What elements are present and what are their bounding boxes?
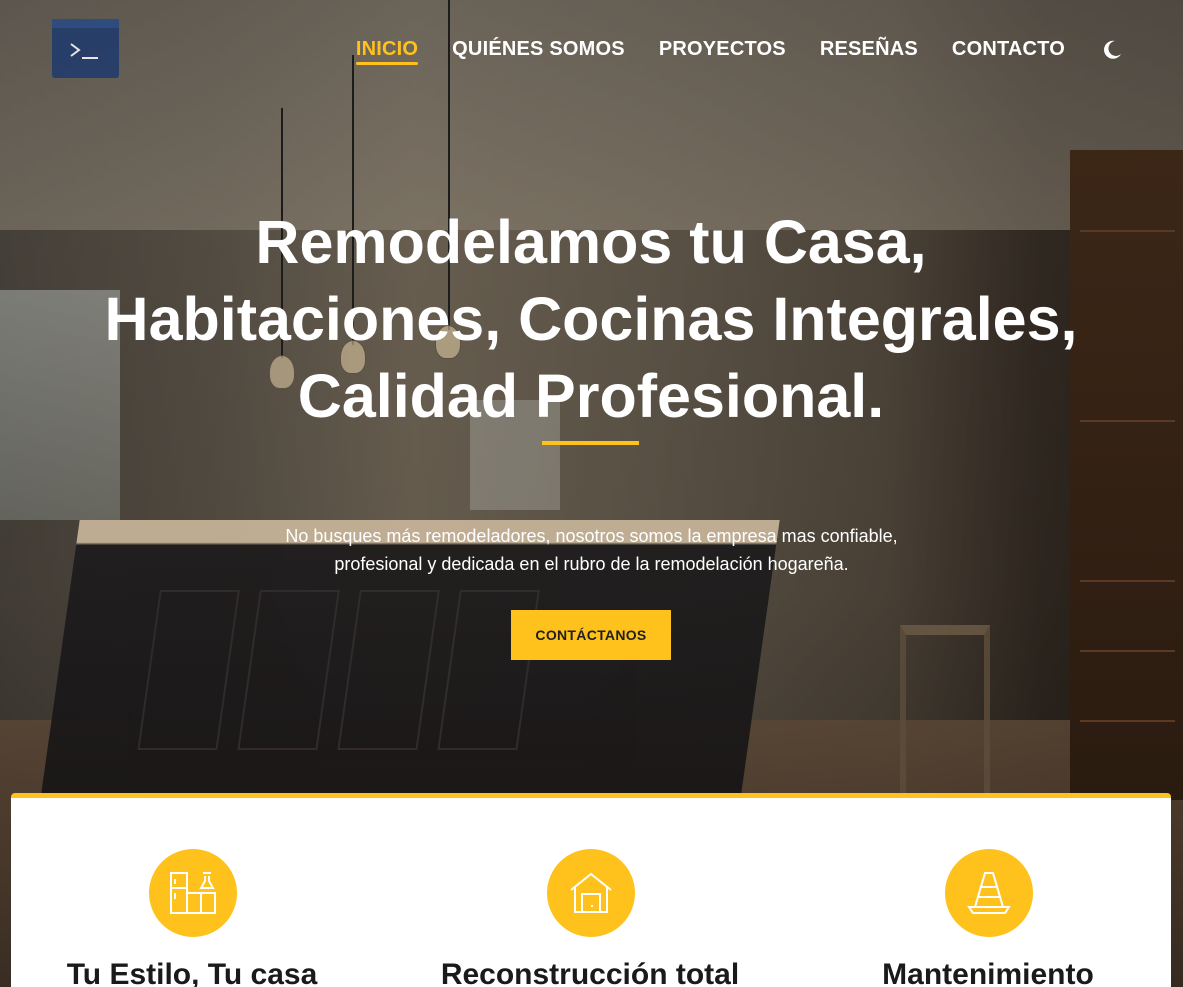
service-title: Mantenimiento [882, 958, 1094, 987]
hero-cabinet-line [1080, 650, 1175, 652]
service-icon-circle [149, 849, 237, 937]
hero-island-cabinet [237, 590, 340, 750]
hero-cabinet-line [1080, 420, 1175, 422]
hero-island-cabinet [337, 590, 440, 750]
moon-icon[interactable] [1101, 39, 1123, 61]
hero-cabinet-line [1080, 230, 1175, 232]
hero-ceiling [0, 0, 1183, 230]
hero-title-underline [542, 441, 639, 445]
kitchen-icon [170, 872, 216, 914]
main-nav: INICIO QUIÉNES SOMOS PROYECTOS RESEÑAS C… [322, 38, 1123, 65]
nav-item-quienes-somos[interactable]: QUIÉNES SOMOS [452, 38, 625, 61]
nav-item-contacto[interactable]: CONTACTO [952, 38, 1065, 61]
garage-icon [570, 872, 612, 913]
hero-stool [900, 625, 990, 795]
contact-cta-button[interactable]: CONTÁCTANOS [511, 610, 671, 660]
traffic-cone-icon [967, 872, 1011, 914]
services-panel: Tu Estilo, Tu casa Reconstrucción total … [11, 793, 1171, 987]
hero-cabinet-line [1080, 720, 1175, 722]
site-logo[interactable] [52, 19, 119, 78]
nav-item-resenas[interactable]: RESEÑAS [820, 38, 918, 61]
service-icon-circle [945, 849, 1033, 937]
nav-item-proyectos[interactable]: PROYECTOS [659, 38, 786, 61]
hero-subtitle: No busques más remodeladores, nosotros s… [285, 526, 898, 574]
hero-cabinet-line [1080, 580, 1175, 582]
hero-island-cabinet [137, 590, 240, 750]
hero-title: Remodelamos tu Casa, Habitaciones, Cocin… [104, 208, 1078, 430]
nav-item-inicio[interactable]: INICIO [355, 38, 419, 65]
service-icon-circle [547, 849, 635, 937]
service-title: Tu Estilo, Tu casa [66, 958, 318, 987]
service-title: Reconstrucción total [440, 958, 740, 987]
terminal-prompt-icon [52, 19, 119, 59]
